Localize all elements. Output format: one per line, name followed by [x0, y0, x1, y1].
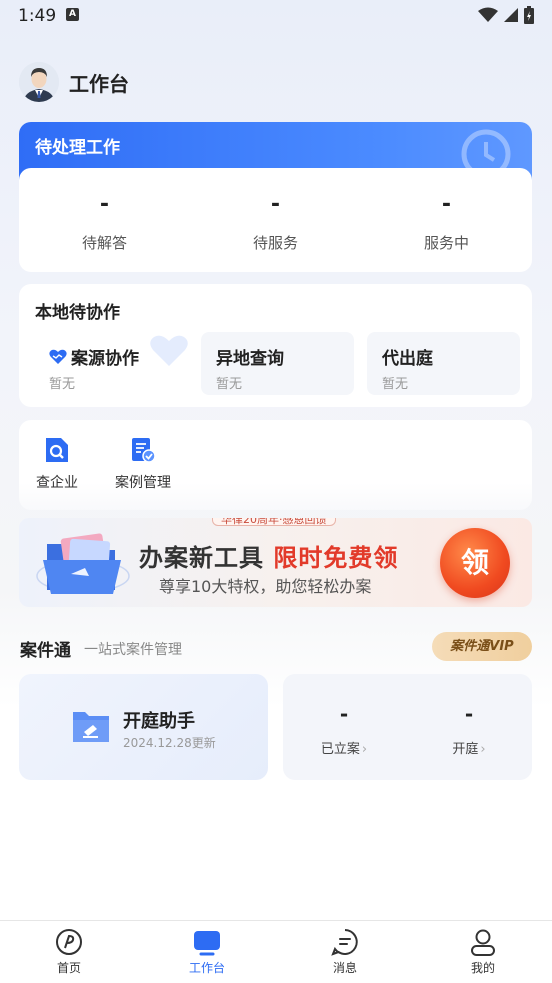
workbench-icon	[194, 931, 220, 956]
collab-item-status: 暂无	[49, 377, 76, 392]
pending-work-card: 待处理工作 - 待解答 - 待服务 - 服务中	[19, 122, 532, 272]
case-stat-label-row: 开庭 ›	[414, 738, 524, 757]
collab-item-label: 代出庭	[382, 349, 433, 369]
tab-messages[interactable]: 消息	[276, 921, 414, 983]
status-icons	[478, 6, 534, 24]
user-icon	[471, 929, 495, 956]
case-section-title: 案件通	[20, 641, 71, 661]
banner-title: 办案新工具 限时免费领	[139, 538, 398, 573]
message-icon	[331, 929, 358, 956]
stat-value: -	[441, 192, 452, 217]
banner-subtitle: 尊享10大特权，助您轻松办案	[159, 577, 372, 596]
case-manage-icon	[132, 438, 156, 463]
tab-profile[interactable]: 我的	[414, 921, 552, 983]
stat-value: -	[270, 192, 281, 217]
pending-work-title: 待处理工作	[35, 138, 120, 158]
case-stat-label-row: 已立案 ›	[289, 738, 399, 757]
heart-watermark-icon	[150, 335, 188, 366]
claim-button[interactable]: 领	[440, 528, 510, 598]
case-stat-hearing[interactable]: - 开庭 ›	[414, 702, 524, 757]
collab-item-status: 暂无	[216, 377, 243, 392]
vip-badge[interactable]: 案件通VIP	[432, 632, 532, 661]
tool-label: 案例管理	[115, 475, 171, 491]
page-title: 工作台	[69, 71, 129, 96]
tab-label: 我的	[470, 961, 495, 975]
collab-item-label: 异地查询	[216, 349, 284, 369]
bottom-tab-bar: 首页 工作台 消息 我的	[0, 920, 552, 983]
home-icon	[56, 929, 82, 955]
tab-label: 首页	[56, 961, 81, 975]
local-collab-title: 本地待协作	[35, 303, 120, 323]
case-section-subtitle: 一站式案件管理	[84, 642, 182, 658]
case-stat-label: 开庭	[452, 742, 479, 757]
avatar-image	[19, 62, 59, 102]
stat-awaiting-service[interactable]: - 待服务	[190, 168, 361, 272]
stat-label: 待服务	[252, 234, 298, 252]
tab-label: 工作台	[188, 961, 225, 975]
stat-label: 待解答	[81, 234, 127, 252]
banner-title-main: 办案新工具	[139, 544, 264, 572]
collab-item-label: 案源协作	[71, 349, 139, 369]
search-company-icon	[46, 438, 68, 462]
court-assistant-card[interactable]: 开庭助手 2024.12.28更新	[19, 674, 268, 780]
chevron-right-icon: ›	[480, 742, 486, 757]
tool-search-company[interactable]: 查企业	[17, 436, 97, 492]
pending-work-stats: - 待解答 - 待服务 - 服务中	[19, 168, 532, 272]
notification-icon: A	[66, 8, 79, 21]
battery-icon	[524, 6, 534, 24]
local-collab-card: 本地待协作 案源协作 暂无 异地查询 暂无 代出庭 暂无	[19, 284, 532, 407]
collab-item-name-row: 案源协作	[49, 344, 139, 369]
chevron-right-icon: ›	[361, 742, 368, 757]
tool-case-manage[interactable]: 案例管理	[103, 436, 183, 492]
collab-item-case-source[interactable]: 案源协作 暂无	[34, 332, 188, 395]
court-assistant-title: 开庭助手	[123, 711, 195, 732]
case-stat-filed[interactable]: - 已立案 ›	[289, 702, 399, 757]
tab-label: 消息	[332, 961, 357, 975]
court-assistant-date: 2024.12.28更新	[123, 736, 216, 750]
case-stats-card: - 已立案 › - 开庭 ›	[283, 674, 532, 780]
tab-home[interactable]: 首页	[0, 921, 138, 983]
folder-illustration-icon	[36, 533, 130, 594]
case-stat-label: 已立案	[320, 742, 360, 757]
case-stat-value: -	[464, 702, 474, 726]
case-section-header: 案件通 一站式案件管理 案件通VIP	[19, 630, 532, 662]
collab-item-status: 暂无	[382, 377, 409, 392]
signal-icon	[504, 8, 518, 22]
heart-handshake-icon	[49, 349, 67, 364]
avatar[interactable]	[19, 62, 59, 102]
stat-awaiting-answer[interactable]: - 待解答	[19, 168, 190, 272]
stat-value: -	[99, 192, 110, 217]
header: 工作台	[19, 62, 129, 102]
collab-item-court-proxy[interactable]: 代出庭 暂无	[367, 332, 520, 395]
stat-label: 服务中	[423, 234, 469, 252]
status-time: 1:49	[18, 6, 57, 26]
collab-item-remote-query[interactable]: 异地查询 暂无	[201, 332, 354, 395]
wifi-icon	[478, 7, 498, 22]
banner-title-highlight: 限时免费领	[273, 544, 399, 572]
court-folder-icon	[73, 712, 109, 742]
case-stat-value: -	[339, 702, 349, 726]
banner-tag: 华律20周年·感恩回馈	[212, 518, 336, 526]
promo-banner[interactable]: 华律20周年·感恩回馈 办案新工具 限时免费领 尊享10大特权，助您轻松办案 领	[19, 518, 532, 607]
status-bar: 1:49 A	[0, 0, 552, 34]
tool-label: 查企业	[36, 475, 78, 491]
stat-in-service[interactable]: - 服务中	[361, 168, 532, 272]
tab-workbench[interactable]: 工作台	[138, 921, 276, 983]
tools-card: 查企业 案例管理	[19, 420, 532, 510]
